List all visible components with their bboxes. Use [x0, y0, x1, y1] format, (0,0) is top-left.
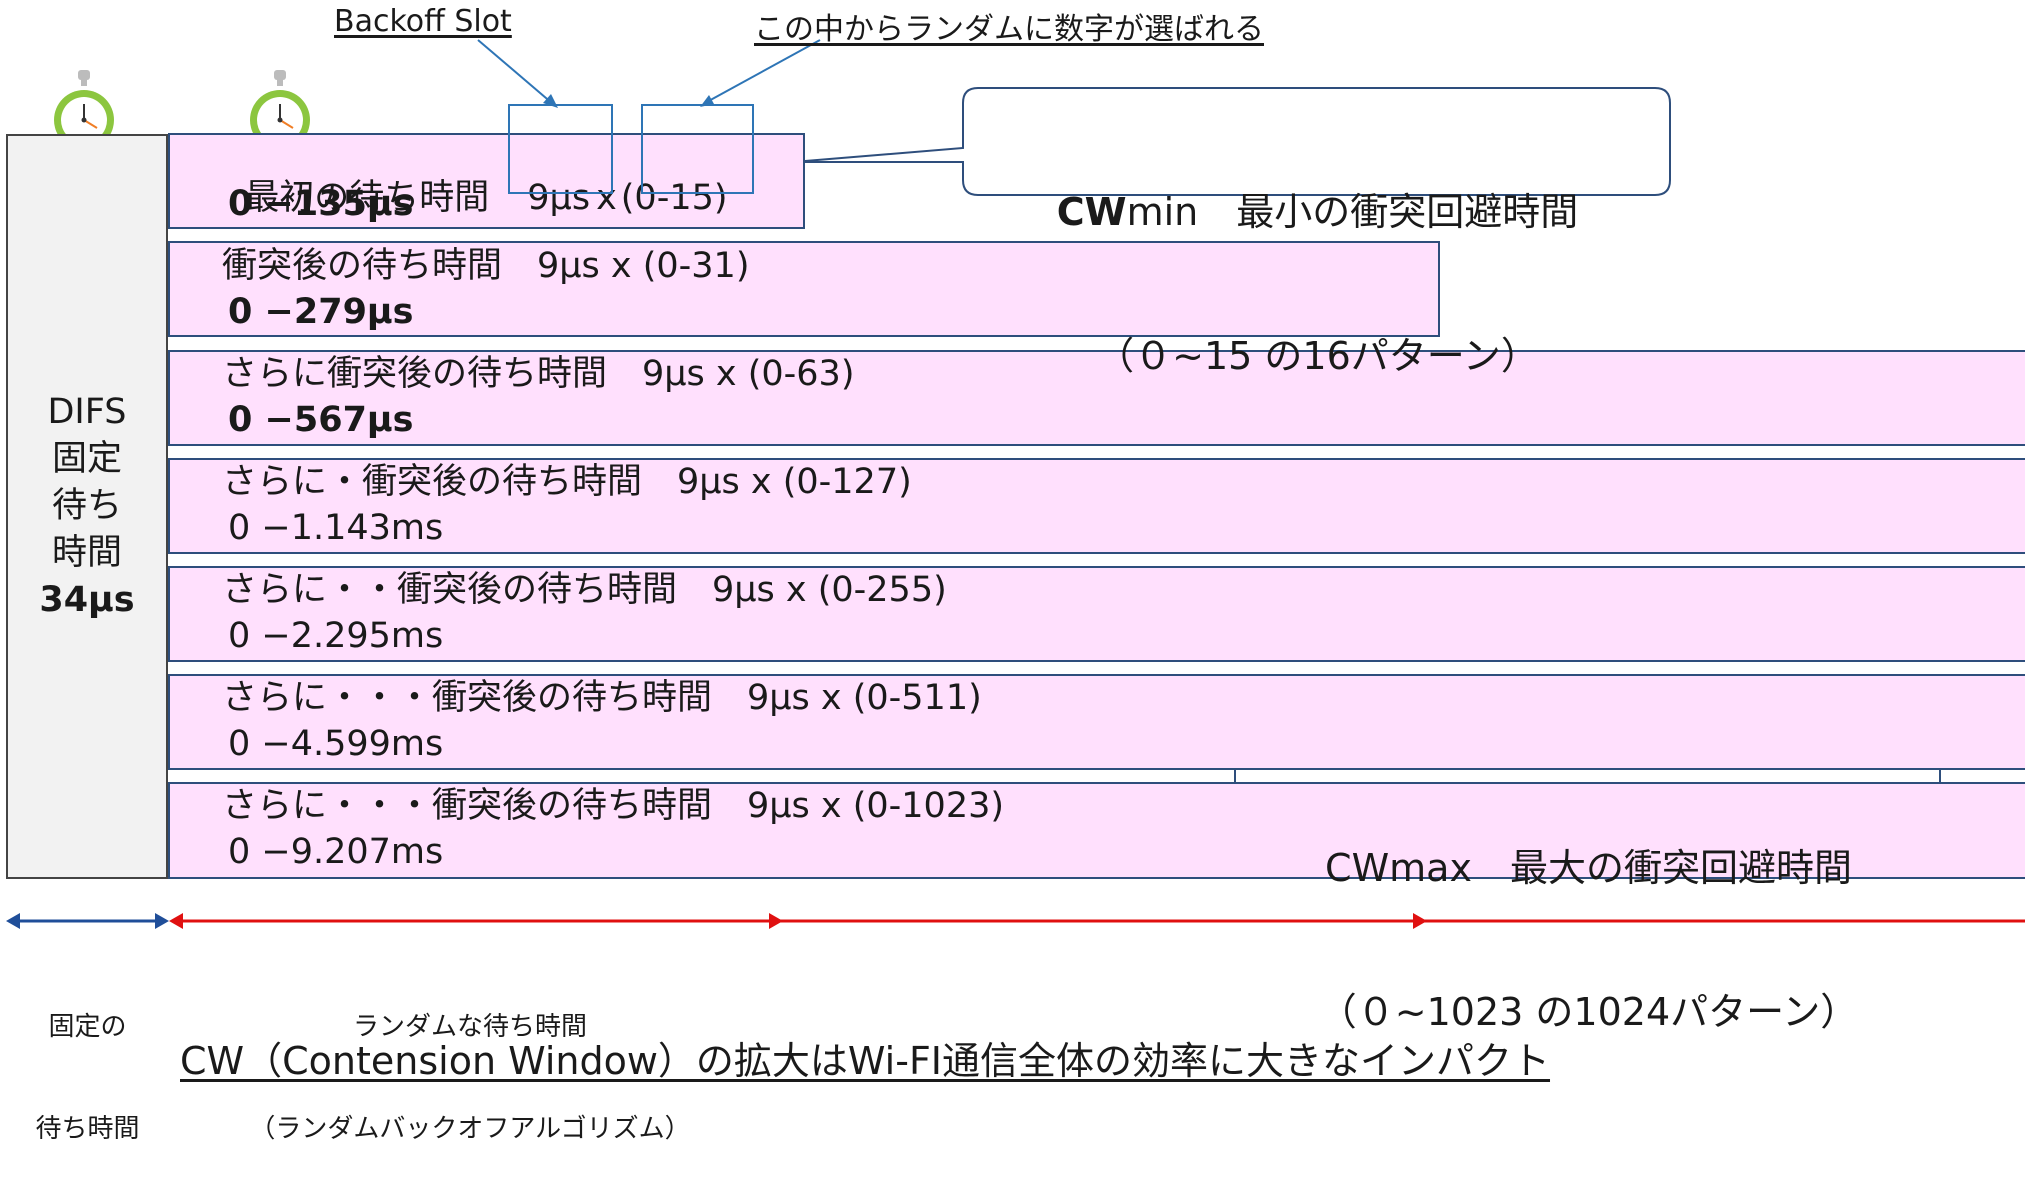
cwmax-title: CWmax 最大の衝突回避時間	[1325, 846, 1852, 890]
row-3-value: 0 −567μs	[228, 400, 414, 440]
backoff-slot-label: Backoff Slot	[334, 4, 512, 39]
row-1-value: 0 −135μs	[228, 184, 414, 224]
fixed-time-label-line2: 待ち時間	[35, 1114, 140, 1144]
fixed-time-label: 固定の 待ち時間	[10, 942, 165, 1180]
difs-block: DIFS 固定 待ち 時間 34μs	[6, 134, 168, 879]
difs-value: 34μs	[39, 580, 135, 620]
random-time-arrow-mid1-head	[769, 913, 783, 929]
row-2-value: 0 −279μs	[228, 292, 414, 332]
cwmin-title: min 最小の衝突回避時間	[1126, 190, 1579, 234]
cwmin-title-bold: CW	[1056, 190, 1127, 234]
fixed-time-arrow-right-head	[155, 913, 169, 929]
row-4-label: さらに・衝突後の待ち時間 9μs x (0-127)	[222, 462, 912, 502]
row-5-value: 0 −2.295ms	[228, 616, 444, 656]
random-selection-label: この中からランダムに数字が選ばれる	[754, 12, 1264, 47]
row-7-value: 0 −9.207ms	[228, 832, 444, 872]
difs-label-wait: 待ち	[51, 486, 122, 526]
random-pointer	[704, 39, 821, 104]
random-range-box	[641, 104, 754, 194]
cwmin-subtitle: （０~15 の16パターン）	[1096, 334, 1539, 378]
row-4-value: 0 −1.143ms	[228, 508, 444, 548]
difs-label: DIFS	[47, 392, 127, 432]
fixed-time-label-line1: 固定の	[48, 1012, 127, 1042]
row-2-label: 衝突後の待ち時間 9μs x (0-31)	[222, 246, 750, 286]
random-time-label-line2: （ランダムバックオフアルゴリズム）	[249, 1114, 691, 1144]
bottom-caption: CW（Contension Window）の拡大はWi-FI通信全体の効率に大き…	[180, 1039, 1551, 1083]
fixed-time-arrow-left-head	[6, 913, 20, 929]
row-3-label: さらに衝突後の待ち時間 9μs x (0-63)	[222, 354, 855, 394]
row-6-value: 0 −4.599ms	[228, 724, 444, 764]
row-5-label: さらに・・衝突後の待ち時間 9μs x (0-255)	[222, 570, 947, 610]
row-7-label: さらに・・・衝突後の待ち時間 9μs x (0-1023)	[222, 786, 1005, 826]
difs-label-fixed: 固定	[51, 439, 122, 479]
backoff-slot-box	[508, 104, 613, 194]
difs-label-time: 時間	[51, 533, 122, 573]
row-6-label: さらに・・・衝突後の待ち時間 9μs x (0-511)	[222, 678, 982, 718]
cwmin-callout: CWmin 最小の衝突回避時間 （０~15 の16パターン）	[965, 92, 1670, 428]
random-time-arrow-left-head	[169, 913, 183, 929]
backoff-pointer	[477, 39, 554, 105]
cwmax-subtitle: （０~1023 の1024パターン）	[1318, 990, 1859, 1034]
